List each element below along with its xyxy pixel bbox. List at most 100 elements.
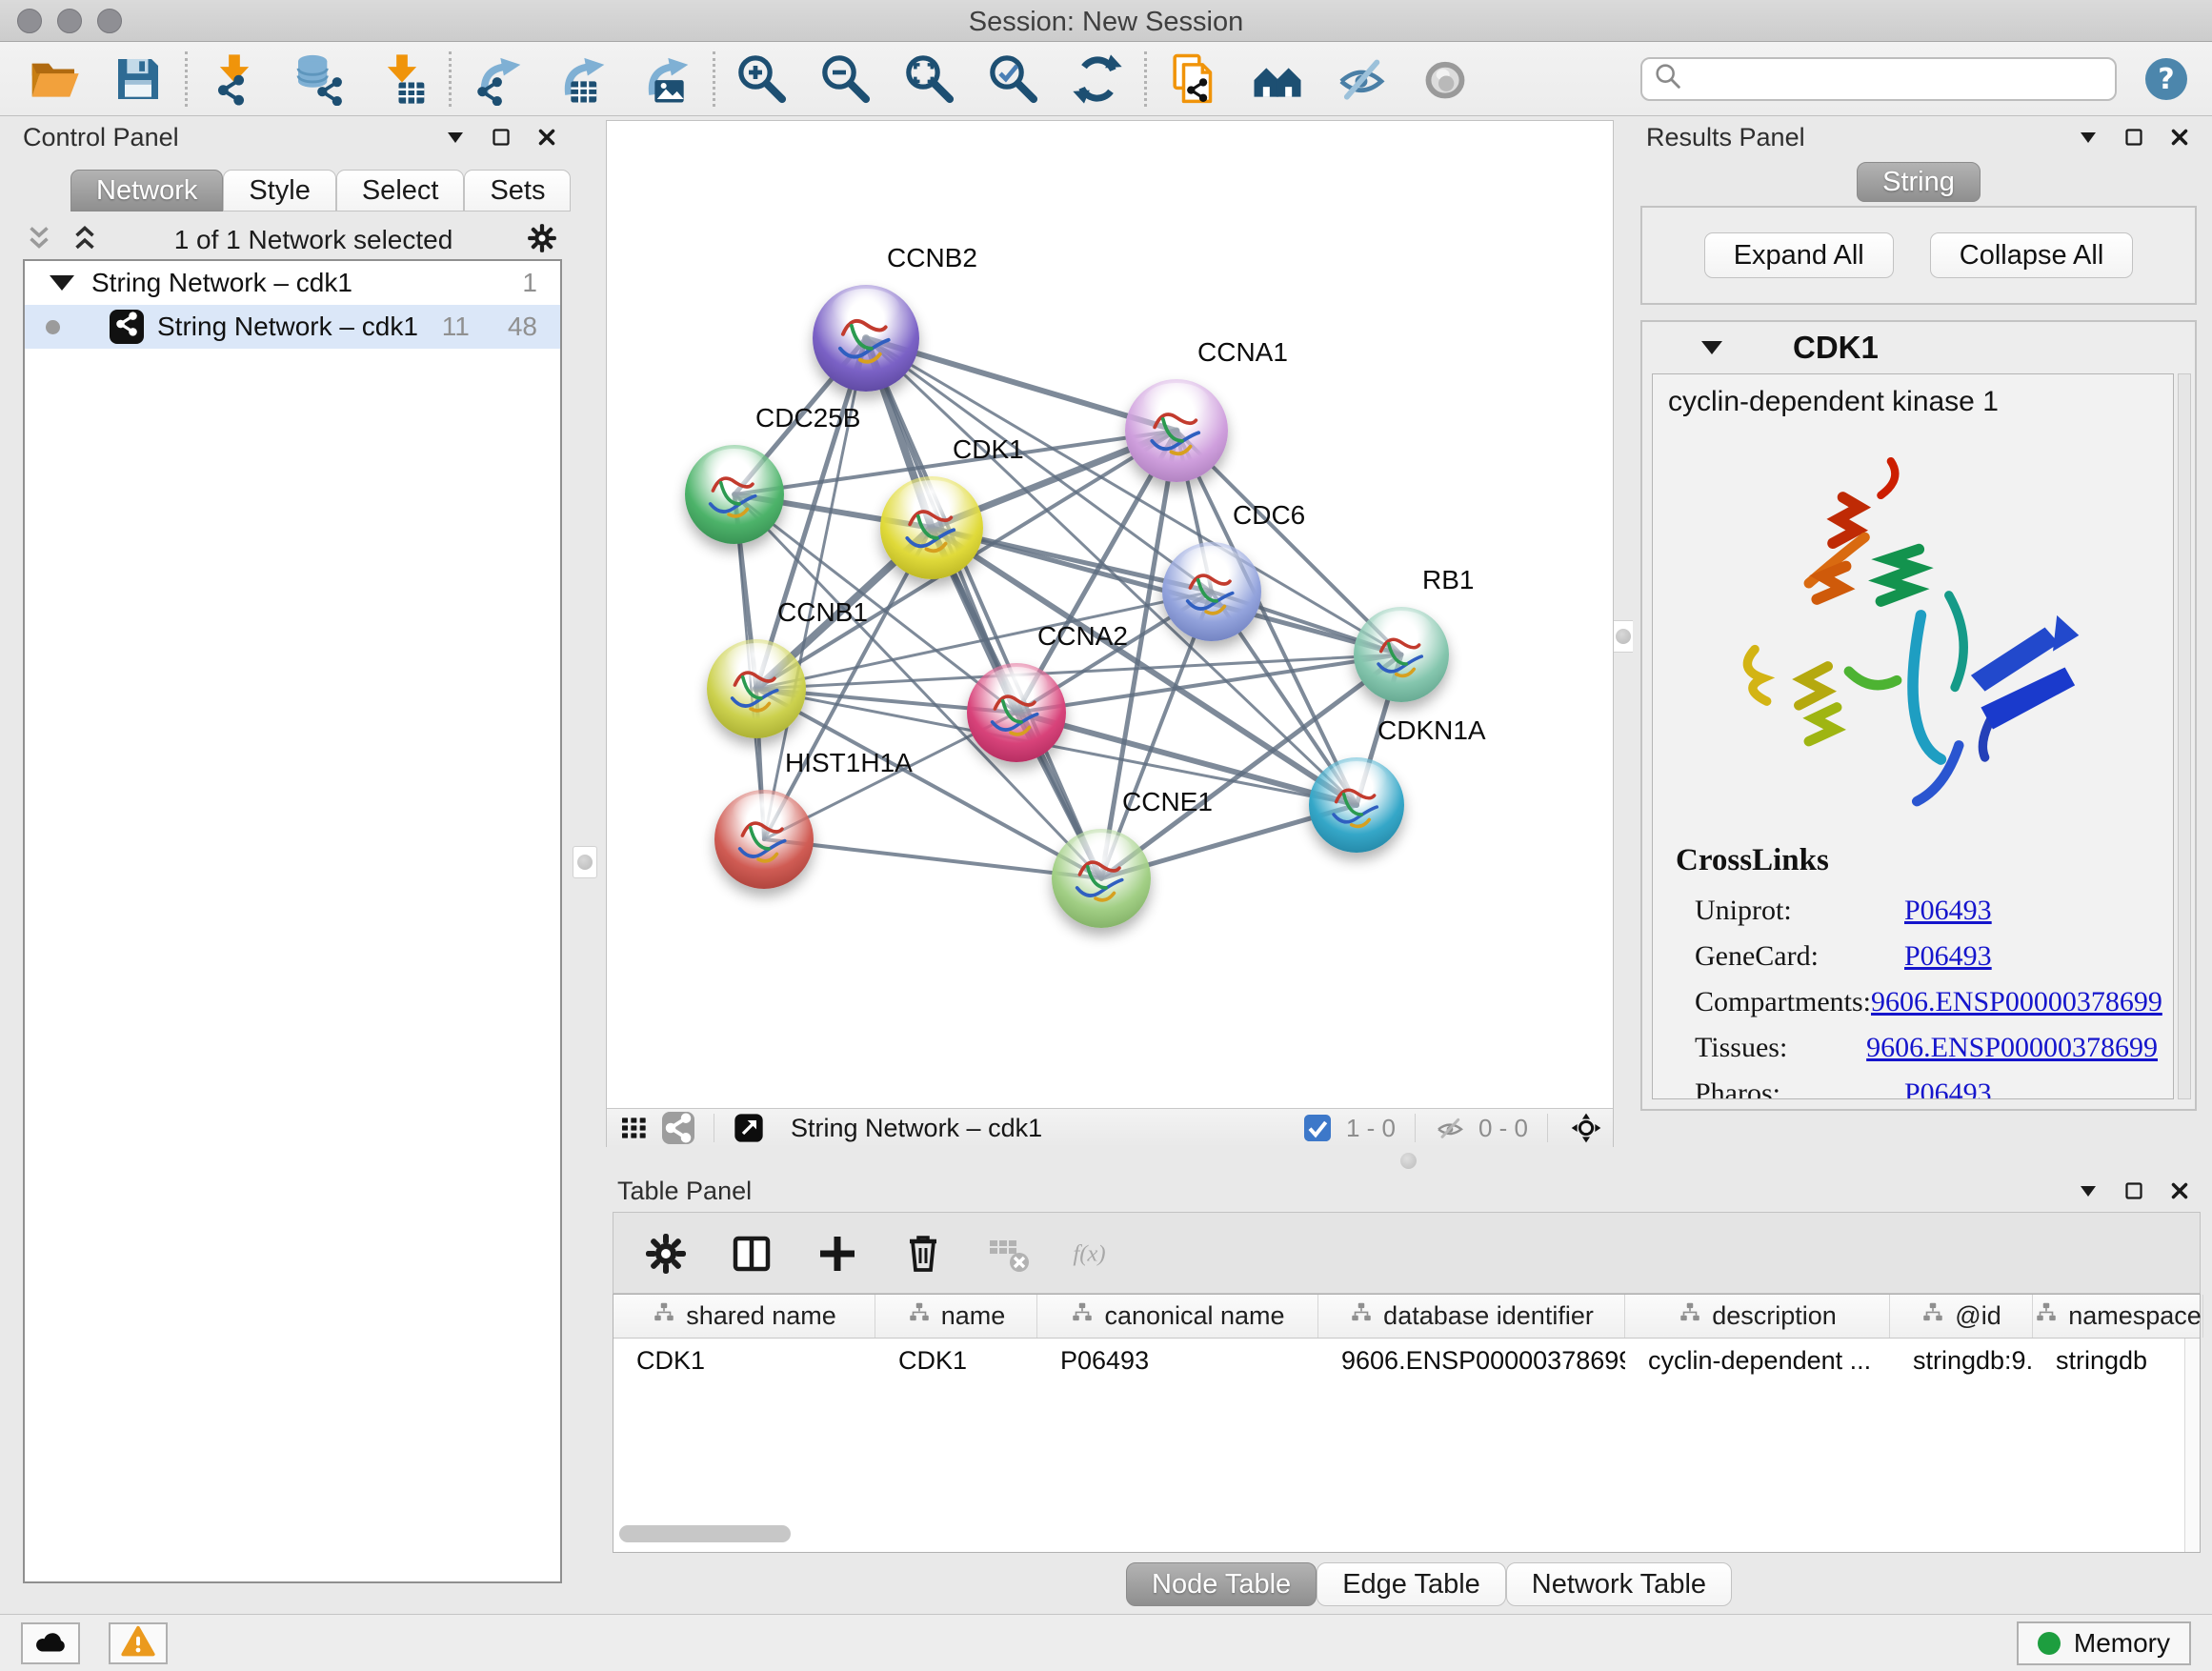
show-all-button[interactable]: [1414, 48, 1477, 111]
expand-all-icon[interactable]: [69, 222, 101, 259]
crosslink-link[interactable]: 9606.ENSP00000378699: [1866, 1032, 2158, 1064]
network-options-gear-icon[interactable]: [526, 222, 558, 259]
bottom-splitter-handle[interactable]: [1400, 1153, 1417, 1169]
search-box[interactable]: [1640, 57, 2117, 101]
column-header-canonical-name[interactable]: canonical name: [1037, 1295, 1318, 1338]
import-table-file-button[interactable]: [371, 48, 433, 111]
crosslink-link[interactable]: 9606.ENSP00000378699: [1871, 986, 2162, 1018]
node-RB1[interactable]: [1354, 607, 1449, 702]
node-CDC25B[interactable]: [685, 445, 784, 544]
panel-menu-icon[interactable]: [2077, 126, 2100, 149]
panel-close-icon[interactable]: [2168, 126, 2191, 149]
tab-network-table[interactable]: Network Table: [1506, 1562, 1732, 1606]
table-delete-row-button[interactable]: [895, 1226, 949, 1279]
column-header-namespace[interactable]: namespace: [2033, 1295, 2203, 1338]
tab-sets[interactable]: Sets: [464, 170, 571, 211]
tab-network[interactable]: Network: [70, 170, 223, 211]
table-fx-button[interactable]: f(x): [1067, 1226, 1143, 1279]
hidden-eye-icon[interactable]: [1435, 1113, 1465, 1143]
table-gear-button[interactable]: [638, 1226, 692, 1279]
collection-expander-icon[interactable]: [50, 275, 74, 291]
network-row[interactable]: String Network – cdk1 11 48: [25, 305, 560, 349]
hierarchy-icon: [1678, 1300, 1702, 1332]
open-session-button[interactable]: [23, 48, 86, 111]
scrollbar-thumb[interactable]: [619, 1525, 791, 1542]
zoom-fit-button[interactable]: [898, 48, 961, 111]
results-section-header[interactable]: CDK1: [1642, 322, 2195, 373]
table-cell: CDK1: [875, 1339, 1037, 1382]
tab-edge-table[interactable]: Edge Table: [1317, 1562, 1506, 1606]
tab-select[interactable]: Select: [336, 170, 465, 211]
node-HIST1H1A[interactable]: [714, 790, 814, 889]
table-row[interactable]: CDK1CDK1P064939606.ENSP00000378699cyclin…: [613, 1339, 2200, 1382]
cloud-button[interactable]: [21, 1622, 80, 1664]
tab-style[interactable]: Style: [223, 170, 335, 211]
node-CCNA2[interactable]: [967, 663, 1066, 762]
first-neighbors-button[interactable]: [1246, 48, 1309, 111]
panel-menu-icon[interactable]: [2077, 1179, 2100, 1202]
panel-float-icon[interactable]: [490, 126, 513, 149]
node-label-CCNA1: CCNA1: [1197, 337, 1288, 368]
crosslink-link[interactable]: P06493: [1904, 895, 1992, 927]
panel-close-icon[interactable]: [2168, 1179, 2191, 1202]
panel-float-icon[interactable]: [2122, 126, 2145, 149]
tab-string[interactable]: String: [1857, 162, 1981, 202]
grid-view-icon[interactable]: [618, 1113, 649, 1143]
apply-layout-button[interactable]: [1066, 48, 1129, 111]
panel-close-icon[interactable]: [535, 126, 558, 149]
network-canvas[interactable]: CCNB2 CCNA1 CDC25B CDK1 CDC6 RB1 CCNB1 C…: [607, 121, 1613, 1108]
zoom-out-button[interactable]: [814, 48, 877, 111]
node-CDKN1A[interactable]: [1309, 757, 1404, 853]
hide-selected-button[interactable]: [1330, 48, 1393, 111]
network-share-icon[interactable]: [662, 1112, 694, 1144]
panel-float-icon[interactable]: [2122, 1179, 2145, 1202]
results-scrollbar[interactable]: [2178, 373, 2191, 1099]
tab-node-table[interactable]: Node Table: [1126, 1562, 1317, 1606]
node-CCNB1[interactable]: [707, 639, 806, 738]
column-header-description[interactable]: description: [1625, 1295, 1890, 1338]
import-network-database-button[interactable]: [287, 48, 350, 111]
crosslink-link[interactable]: P06493: [1904, 1077, 1992, 1099]
column-header-database-identifier[interactable]: database identifier: [1318, 1295, 1625, 1338]
node-CDK1[interactable]: [880, 476, 983, 579]
expand-all-button[interactable]: Expand All: [1704, 232, 1894, 278]
help-button[interactable]: ?: [2143, 56, 2189, 102]
network-status-dot: [46, 320, 60, 334]
clone-network-button[interactable]: [1162, 48, 1225, 111]
node-label-HIST1H1A: HIST1H1A: [785, 748, 913, 778]
memory-button[interactable]: Memory: [2017, 1621, 2191, 1665]
left-splitter-handle[interactable]: [573, 846, 597, 878]
export-table-button[interactable]: [551, 48, 613, 111]
table-delete-button[interactable]: [981, 1226, 1035, 1279]
node-CCNB2[interactable]: [813, 285, 919, 392]
table-vertical-scrollbar[interactable]: [2184, 1339, 2200, 1552]
warnings-button[interactable]: [109, 1622, 168, 1664]
table-columns-icon: [729, 1231, 773, 1277]
network-collection-row[interactable]: String Network – cdk1 1: [25, 261, 560, 305]
collapse-all-icon[interactable]: [23, 222, 55, 259]
export-network-button[interactable]: [467, 48, 530, 111]
column-header-name[interactable]: name: [875, 1295, 1037, 1338]
export-image-button[interactable]: [634, 48, 697, 111]
search-input[interactable]: [1684, 60, 2105, 98]
import-network-file-button[interactable]: [203, 48, 266, 111]
results-panel: Results Panel String Expand All Collapse…: [1633, 120, 2204, 1117]
zoom-selected-button[interactable]: [982, 48, 1045, 111]
panel-menu-icon[interactable]: [444, 126, 467, 149]
section-collapse-icon[interactable]: [1701, 341, 1722, 354]
table-horizontal-scrollbar[interactable]: [619, 1525, 2201, 1544]
table-add-button[interactable]: [810, 1226, 863, 1279]
external-link-icon[interactable]: [734, 1113, 764, 1143]
node-CDC6[interactable]: [1162, 542, 1261, 641]
save-session-button[interactable]: [107, 48, 170, 111]
birdseye-toggle-icon[interactable]: [1571, 1113, 1601, 1143]
crosslink-link[interactable]: P06493: [1904, 940, 1992, 973]
zoom-in-button[interactable]: [731, 48, 794, 111]
table-columns-button[interactable]: [724, 1226, 777, 1279]
column-header-shared-name[interactable]: shared name: [613, 1295, 875, 1338]
selected-checkbox-icon[interactable]: [1302, 1113, 1333, 1143]
column-header--id[interactable]: @id: [1890, 1295, 2033, 1338]
node-CCNA1[interactable]: [1125, 379, 1228, 482]
collapse-all-button[interactable]: Collapse All: [1930, 232, 2134, 278]
node-CCNE1[interactable]: [1052, 829, 1151, 928]
